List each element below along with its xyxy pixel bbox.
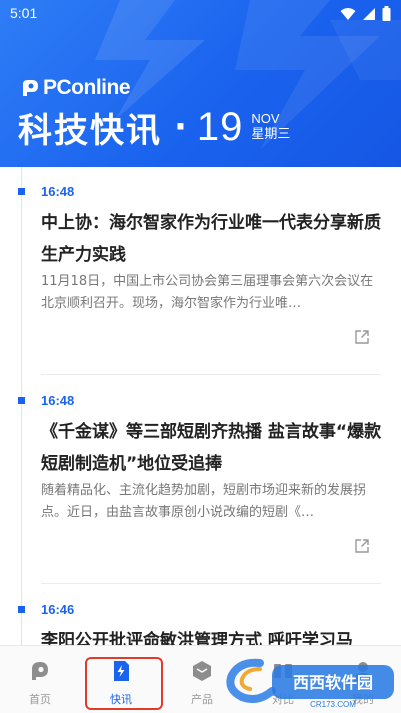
item-divider bbox=[41, 583, 381, 584]
status-bar: 5:01 bbox=[0, 0, 401, 28]
share-icon[interactable] bbox=[354, 538, 370, 554]
date-month: NOV bbox=[251, 111, 280, 127]
battery-icon bbox=[382, 6, 391, 21]
tab-home[interactable]: 首页 bbox=[4, 646, 76, 713]
timeline-marker bbox=[18, 606, 25, 613]
date-day: 19 bbox=[196, 104, 244, 149]
header-banner: 5:01 PConline 科技快讯 · 19 NOV 星期三 bbox=[0, 0, 401, 167]
date-side: NOV 星期三 bbox=[251, 111, 290, 142]
pconline-logo-icon bbox=[23, 80, 38, 96]
timeline-marker bbox=[18, 188, 25, 195]
page-title: 科技快讯 bbox=[18, 110, 162, 151]
date-weekday: 星期三 bbox=[251, 127, 291, 142]
news-summary[interactable]: 随着精品化、主流化趋势加剧，短剧市场迎来新的发展拐点。近日，由盐言故事原创小说改… bbox=[41, 480, 381, 524]
signal-icon bbox=[363, 7, 375, 20]
wifi-icon bbox=[340, 7, 356, 20]
status-time: 5:01 bbox=[10, 5, 38, 21]
active-tab-highlight bbox=[85, 657, 163, 710]
status-icons bbox=[340, 6, 391, 21]
timeline-line bbox=[21, 167, 22, 645]
tab-label: 首页 bbox=[29, 693, 51, 706]
news-headline[interactable]: 李阳公开批评命敏洪管理方式 呼吁学习马 bbox=[41, 625, 386, 645]
news-time: 16:46 bbox=[41, 602, 75, 617]
page-title-row: 科技快讯 · 19 NOV 星期三 bbox=[18, 104, 290, 151]
timeline-marker bbox=[18, 397, 25, 404]
watermark-logo: 西西软件园 CR173.COM bbox=[226, 658, 394, 709]
share-icon[interactable] bbox=[354, 329, 370, 345]
product-icon bbox=[193, 661, 211, 681]
title-separator: · bbox=[174, 107, 187, 147]
news-time: 16:48 bbox=[41, 393, 75, 408]
item-divider bbox=[41, 374, 381, 375]
brand-name: PConline bbox=[43, 76, 131, 99]
news-time: 16:48 bbox=[41, 184, 75, 199]
watermark-text: 西西软件园 bbox=[293, 673, 373, 692]
home-icon bbox=[32, 662, 48, 680]
news-feed[interactable]: 16:48 中上协：海尔智家作为行业唯一代表分享新质生产力实践 11月18日，中… bbox=[0, 167, 401, 645]
watermark-url: CR173.COM bbox=[310, 700, 356, 709]
brand: PConline bbox=[20, 76, 131, 100]
news-summary[interactable]: 11月18日，中国上市公司协会第三届理事会第六次会议在北京顺利召开。现场，海尔智… bbox=[41, 271, 381, 315]
news-headline[interactable]: 《千金谋》等三部短剧齐热播 盐言故事“爆款短剧制造机”地位受追捧 bbox=[41, 416, 386, 480]
news-headline[interactable]: 中上协：海尔智家作为行业唯一代表分享新质生产力实践 bbox=[41, 207, 386, 271]
